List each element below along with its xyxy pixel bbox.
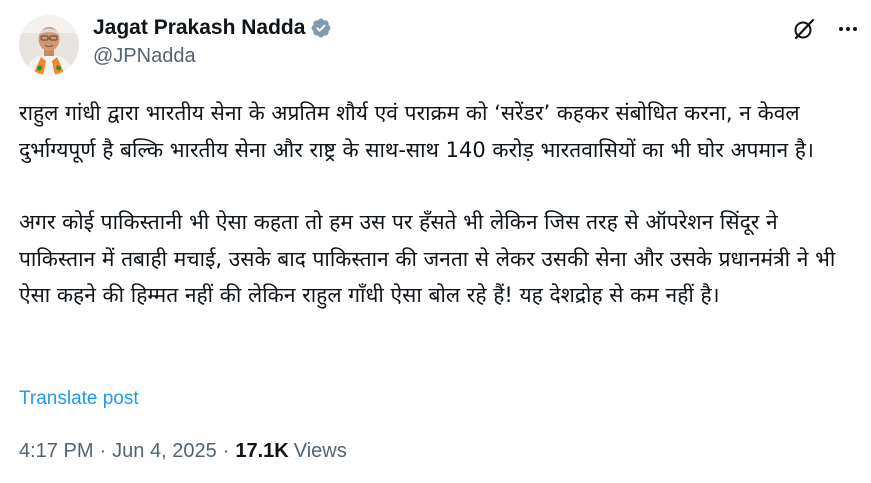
meta-separator: ·	[99, 440, 107, 462]
name-row: Jagat Prakash Nadda	[93, 14, 332, 42]
post-text: राहुल गांधी द्वारा भारतीय सेना के अप्रति…	[19, 95, 859, 314]
post-paragraph-2: अगर कोई पाकिस्तानी भी ऐसा कहता तो हम उस …	[19, 210, 836, 307]
author-block: Jagat Prakash Nadda @JPNadda	[93, 14, 332, 68]
post-meta: 4:17 PM · Jun 4, 2025 · 17.1K Views	[19, 440, 347, 463]
grok-icon[interactable]	[789, 14, 819, 44]
meta-separator: ·	[222, 440, 230, 462]
translate-post-link[interactable]: Translate post	[19, 388, 139, 410]
avatar[interactable]	[19, 15, 79, 75]
more-icon[interactable]	[833, 14, 863, 44]
views-count[interactable]: 17.1K	[235, 440, 288, 463]
avatar-image	[19, 15, 79, 75]
top-actions	[789, 14, 863, 44]
verified-badge-icon[interactable]	[310, 17, 332, 39]
post-date[interactable]: Jun 4, 2025	[112, 440, 217, 463]
post-time[interactable]: 4:17 PM	[19, 440, 93, 463]
handle[interactable]: @JPNadda	[93, 45, 332, 68]
views-label: Views	[293, 440, 347, 462]
post: Jagat Prakash Nadda @JPNadda राहुल गांधी…	[0, 0, 871, 483]
display-name[interactable]: Jagat Prakash Nadda	[93, 16, 305, 40]
post-paragraph-1: राहुल गांधी द्वारा भारतीय सेना के अप्रति…	[19, 101, 814, 162]
